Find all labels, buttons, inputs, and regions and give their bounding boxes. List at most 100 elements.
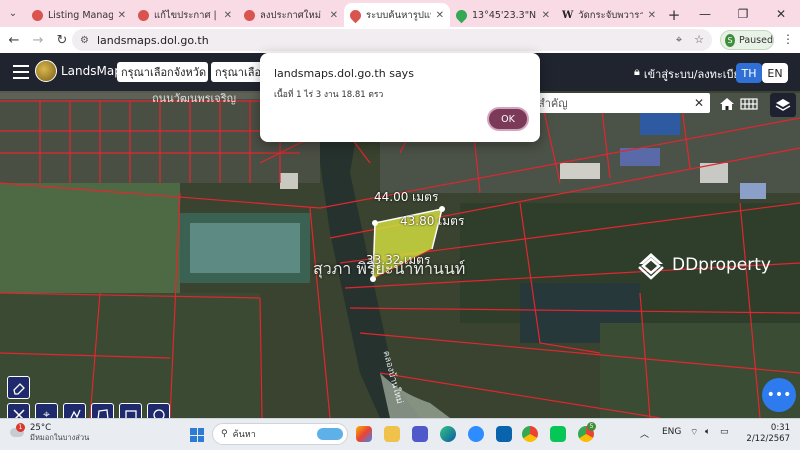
grid-button[interactable] (738, 93, 760, 115)
measure-tool-button[interactable] (7, 403, 30, 418)
close-tab-icon[interactable]: ✕ (436, 10, 444, 21)
taskbar-search-input[interactable]: ⚲ ค้นหา (212, 423, 348, 445)
line-icon[interactable] (550, 426, 566, 442)
chrome-badge: 5 (587, 422, 596, 431)
google-maps-favicon-icon (453, 7, 470, 23)
wikipedia-favicon-icon: W (562, 9, 574, 21)
location-pin-icon: ⌖ (43, 407, 50, 418)
volume-icon[interactable]: 🔈︎ (705, 427, 710, 437)
dialog-title: landsmaps.dol.go.th says (274, 67, 414, 80)
polygon-tool-button[interactable] (91, 403, 114, 418)
taskbar: 1 25°C มีหมอกในบางส่วน ⚲ ค้นหา 5 ︿ ENG ⌔… (0, 418, 800, 450)
polyline-tool-button[interactable] (63, 403, 86, 418)
outlook-icon[interactable] (496, 426, 512, 442)
zoom-icon[interactable] (468, 426, 484, 442)
parcel-owner-label: สุวภา พิริยะนำทานนท์ (313, 259, 466, 278)
reload-button[interactable]: ↻ (50, 28, 74, 52)
polyline-icon (69, 409, 81, 418)
home-icon (720, 98, 734, 110)
minimize-button[interactable]: — (686, 0, 724, 27)
layers-button[interactable] (770, 93, 796, 117)
browser-tab-listing-management[interactable]: Listing Management ✕ (26, 3, 132, 27)
browser-tab-edit-listing[interactable]: แก้ไขประกาศ | DDproperty ✕ (132, 3, 238, 27)
file-explorer-icon[interactable] (384, 426, 400, 442)
district-select[interactable]: กรุณาเลือกอ (211, 62, 263, 82)
browser-tab-google-maps[interactable]: 13°45'23.3"N 101° ✕ (450, 3, 556, 27)
clear-search-icon[interactable]: ✕ (694, 96, 704, 110)
rectangle-tool-button[interactable] (119, 403, 142, 418)
dol-seal-logo (35, 60, 57, 82)
tab-strip: ⌄ Listing Management ✕ แก้ไขประกาศ | DDp… (0, 0, 800, 27)
ruler-cross-icon (12, 408, 25, 418)
lang-en-button[interactable]: EN (762, 63, 788, 83)
teams-icon[interactable] (412, 426, 428, 442)
hamburger-menu-icon[interactable] (13, 65, 29, 79)
chat-dots-icon: ••• (766, 387, 792, 403)
wifi-icon[interactable]: ⌔ (690, 427, 698, 438)
edge-icon[interactable] (440, 426, 456, 442)
tray-overflow-icon[interactable]: ︿ (640, 427, 649, 440)
cloud-sun-icon: 1 (10, 423, 26, 440)
browser-menu-icon[interactable]: ⋮ (782, 32, 794, 46)
new-tab-button[interactable]: + (662, 3, 686, 27)
login-link[interactable]: 🔒︎ เข้าสู่ระบบ/ลงทะเบียน (634, 65, 748, 83)
road-label: ถนนวัฒนพรเจริญ (152, 92, 236, 105)
ddproperty-logo-icon (638, 253, 664, 280)
close-tab-icon[interactable]: ✕ (118, 10, 126, 21)
close-tab-icon[interactable]: ✕ (224, 10, 232, 21)
browser-toolbar: ← → ↻ ⚙ landsmaps.dol.go.th ⌖ ☆ S Paused… (0, 27, 800, 53)
home-button[interactable] (716, 93, 738, 115)
alert-dialog: landsmaps.dol.go.th says เนื้อที่ 1 ไร่ … (260, 53, 540, 142)
location-icon[interactable]: ⌖ (676, 33, 682, 47)
site-info-icon[interactable]: ⚙ (80, 35, 89, 46)
polygon-icon (97, 408, 109, 418)
back-button[interactable]: ← (2, 28, 26, 52)
lang-th-button[interactable]: TH (736, 63, 762, 83)
input-language[interactable]: ENG (662, 427, 681, 437)
windows-start-icon[interactable] (190, 428, 204, 442)
rectangle-icon (124, 409, 137, 418)
eraser-icon (12, 382, 25, 395)
close-tab-icon[interactable]: ✕ (330, 10, 338, 21)
forward-button[interactable]: → (26, 28, 50, 52)
circle-tool-button[interactable] (147, 403, 170, 418)
chat-button[interactable]: ••• (762, 378, 796, 412)
browser-tab-landsmaps[interactable]: ระบบค้นหารูปแปลงที่ดิน ✕ (344, 3, 450, 27)
browser-tab-wikipedia[interactable]: W วัดกระจับพวาราม - วิ ✕ (556, 3, 662, 27)
circle-icon (152, 408, 165, 418)
bookmark-star-icon[interactable]: ☆ (694, 33, 704, 47)
battery-icon[interactable]: ▭ (720, 427, 729, 437)
close-tab-icon[interactable]: ✕ (542, 10, 550, 21)
weather-badge: 1 (16, 423, 25, 432)
ddproperty-favicon-icon (244, 9, 255, 21)
tab-search-icon[interactable]: ⌄ (0, 0, 26, 27)
ok-button[interactable]: OK (487, 107, 529, 131)
ddproperty-watermark: DDproperty (636, 250, 771, 280)
eraser-tool-button[interactable] (7, 376, 30, 399)
map-pin-favicon-icon (347, 7, 364, 23)
browser-tab-new-listing[interactable]: ลงประกาศใหม่ | DDproperty ✕ (238, 3, 344, 27)
close-tab-icon[interactable]: ✕ (648, 10, 656, 21)
ddproperty-favicon-icon (138, 9, 149, 21)
weather-description: มีหมอกในบางส่วน (30, 433, 90, 442)
copilot-icon[interactable] (356, 426, 372, 442)
measurement-top: 44.00 เมตร (374, 190, 439, 204)
url-text: landsmaps.dol.go.th (96, 33, 209, 47)
province-select[interactable]: กรุณาเลือกจังหวัด ⌄ (117, 62, 208, 82)
profile-button[interactable]: S Paused (720, 30, 774, 50)
pin-tool-button[interactable]: ⌖ (35, 403, 58, 418)
lock-icon: 🔒︎ (634, 65, 640, 78)
system-clock[interactable]: 0:31 2/12/2567 (738, 423, 790, 445)
restore-button[interactable]: ❐ (724, 0, 762, 27)
address-bar[interactable]: ⚙ landsmaps.dol.go.th ⌖ ☆ (72, 29, 712, 51)
weather-widget[interactable]: 1 25°C มีหมอกในบางส่วน (10, 423, 89, 443)
temperature: 25°C (30, 423, 52, 433)
profile-status: Paused (739, 34, 773, 46)
map-search-input[interactable]: สำคัญ ✕ (530, 93, 710, 113)
avatar: S (725, 33, 736, 47)
close-window-button[interactable]: ✕ (762, 0, 800, 27)
chrome-icon[interactable] (522, 426, 538, 442)
listing-favicon-icon (32, 9, 43, 21)
search-highlight-icon (317, 428, 343, 440)
chrome-profile-icon[interactable]: 5 (578, 422, 596, 442)
